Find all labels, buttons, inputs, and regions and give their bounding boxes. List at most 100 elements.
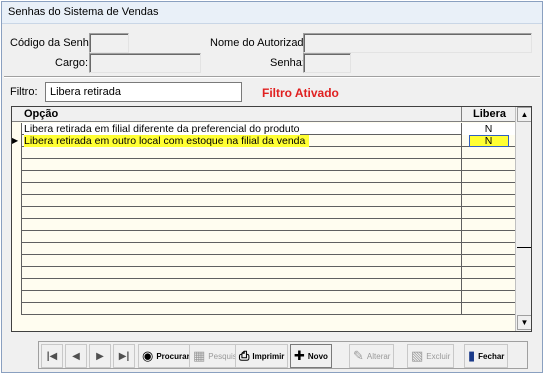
header-separator (461, 107, 462, 122)
cell-libera[interactable] (461, 195, 515, 207)
table-row[interactable]: ▶ Libera retirada em outro local com esto… (12, 135, 515, 147)
options-grid[interactable]: Opção Libera Libera retirada em filial d… (11, 106, 532, 332)
edit-icon: ✎ (353, 348, 364, 363)
senha-label: Senha: (270, 57, 305, 69)
table-row[interactable] (12, 159, 515, 171)
row-indicator (12, 123, 22, 135)
filter-input[interactable]: Libera retirada (45, 82, 242, 102)
window-title: Senhas do Sistema de Vendas (2, 2, 542, 24)
row-indicator (12, 147, 22, 159)
toolbar: |◀ ◀ ▶ ▶| ◉ Procurar ▦ Pesquisa ⎙ Imprim… (38, 341, 528, 369)
table-row[interactable] (12, 219, 515, 231)
table-row[interactable] (12, 183, 515, 195)
filter-label: Filtro: (10, 86, 38, 98)
excluir-label: Excluir (426, 351, 451, 361)
previous-record-icon: ◀ (72, 350, 80, 362)
row-indicator (12, 267, 22, 279)
table-row[interactable] (12, 255, 515, 267)
senha-field[interactable] (303, 53, 351, 73)
codigo-field[interactable] (89, 33, 129, 53)
cell-libera[interactable] (461, 219, 515, 231)
cell-libera[interactable] (461, 243, 515, 255)
cell-libera-value[interactable]: N (468, 135, 509, 147)
cargo-field[interactable] (89, 53, 201, 73)
cell-libera[interactable] (461, 303, 515, 315)
divider (4, 76, 540, 78)
novo-button[interactable]: ✚ Novo (290, 344, 332, 368)
last-record-button[interactable]: ▶| (113, 344, 135, 368)
cell-libera[interactable] (461, 267, 515, 279)
table-row[interactable] (12, 147, 515, 159)
row-indicator (12, 255, 22, 267)
cell-libera[interactable] (461, 231, 515, 243)
row-indicator (12, 279, 22, 291)
cell-libera[interactable] (461, 159, 515, 171)
row-indicator (12, 231, 22, 243)
first-record-button[interactable]: |◀ (41, 344, 63, 368)
table-row[interactable]: Libera retirada em filial diferente da p… (12, 123, 515, 135)
novo-label: Novo (307, 351, 328, 361)
grid-rows: Libera retirada em filial diferente da p… (12, 123, 515, 315)
scroll-thumb[interactable] (517, 247, 531, 249)
next-record-icon: ▶ (96, 350, 104, 362)
row-indicator (12, 159, 22, 171)
grid-icon: ▦ (193, 348, 206, 363)
row-indicator (12, 207, 22, 219)
scroll-down-icon[interactable]: ▼ (517, 315, 531, 330)
exit-icon: ▮ (468, 348, 476, 363)
vertical-scrollbar[interactable]: ▲ ▼ (515, 107, 531, 331)
table-row[interactable] (12, 195, 515, 207)
table-row[interactable] (12, 207, 515, 219)
cell-libera[interactable] (461, 183, 515, 195)
table-row[interactable] (12, 303, 515, 315)
fechar-button[interactable]: ▮ Fechar (464, 344, 509, 368)
nome-field[interactable] (303, 33, 532, 53)
cell-libera[interactable] (461, 279, 515, 291)
row-indicator (12, 243, 22, 255)
previous-record-button[interactable]: ◀ (65, 344, 87, 368)
cell-libera[interactable]: N (461, 123, 515, 135)
excluir-button[interactable]: ▧ Excluir (407, 344, 455, 368)
table-row[interactable] (12, 243, 515, 255)
grid-header: Opção Libera (12, 107, 515, 122)
table-row[interactable] (12, 267, 515, 279)
row-indicator-icon: ▶ (12, 135, 22, 147)
new-record-icon: ✚ (294, 348, 305, 363)
codigo-label: Código da Senha: (10, 37, 99, 49)
trash-icon: ▧ (411, 348, 424, 363)
row-indicator (12, 303, 22, 315)
alterar-button[interactable]: ✎ Alterar (349, 344, 395, 368)
table-row[interactable] (12, 291, 515, 303)
main-window: Senhas do Sistema de Vendas Código da Se… (1, 1, 543, 373)
row-indicator (12, 195, 22, 207)
nome-label: Nome do Autorizado: (210, 37, 313, 49)
cell-opcao[interactable]: Libera retirada em outro local com estoq… (24, 135, 310, 147)
cell-libera[interactable] (461, 207, 515, 219)
table-row[interactable] (12, 279, 515, 291)
row-indicator (12, 291, 22, 303)
cell-libera[interactable] (461, 291, 515, 303)
cell-opcao[interactable]: Libera retirada em filial diferente da p… (24, 123, 300, 135)
procurar-label: Procurar (156, 351, 190, 361)
cell-libera[interactable]: N (461, 135, 515, 147)
scroll-up-icon[interactable]: ▲ (517, 107, 531, 122)
fechar-label: Fechar (478, 351, 505, 361)
table-row[interactable] (12, 231, 515, 243)
first-record-icon: |◀ (46, 350, 58, 362)
header-opcao[interactable]: Opção (24, 108, 58, 120)
row-indicator (12, 183, 22, 195)
next-record-button[interactable]: ▶ (89, 344, 111, 368)
last-record-icon: ▶| (118, 350, 130, 362)
cell-libera[interactable] (461, 147, 515, 159)
alterar-label: Alterar (366, 351, 391, 361)
imprimir-label: Imprimir (252, 351, 285, 361)
cargo-label: Cargo: (55, 57, 89, 69)
table-row[interactable] (12, 171, 515, 183)
row-indicator (12, 219, 22, 231)
header-libera[interactable]: Libera (473, 108, 506, 120)
cell-libera[interactable] (461, 171, 515, 183)
cell-libera[interactable] (461, 255, 515, 267)
procurar-button[interactable]: ◉ Procurar (138, 344, 194, 368)
row-indicator (12, 171, 22, 183)
imprimir-button[interactable]: ⎙ Imprimir (235, 344, 289, 368)
